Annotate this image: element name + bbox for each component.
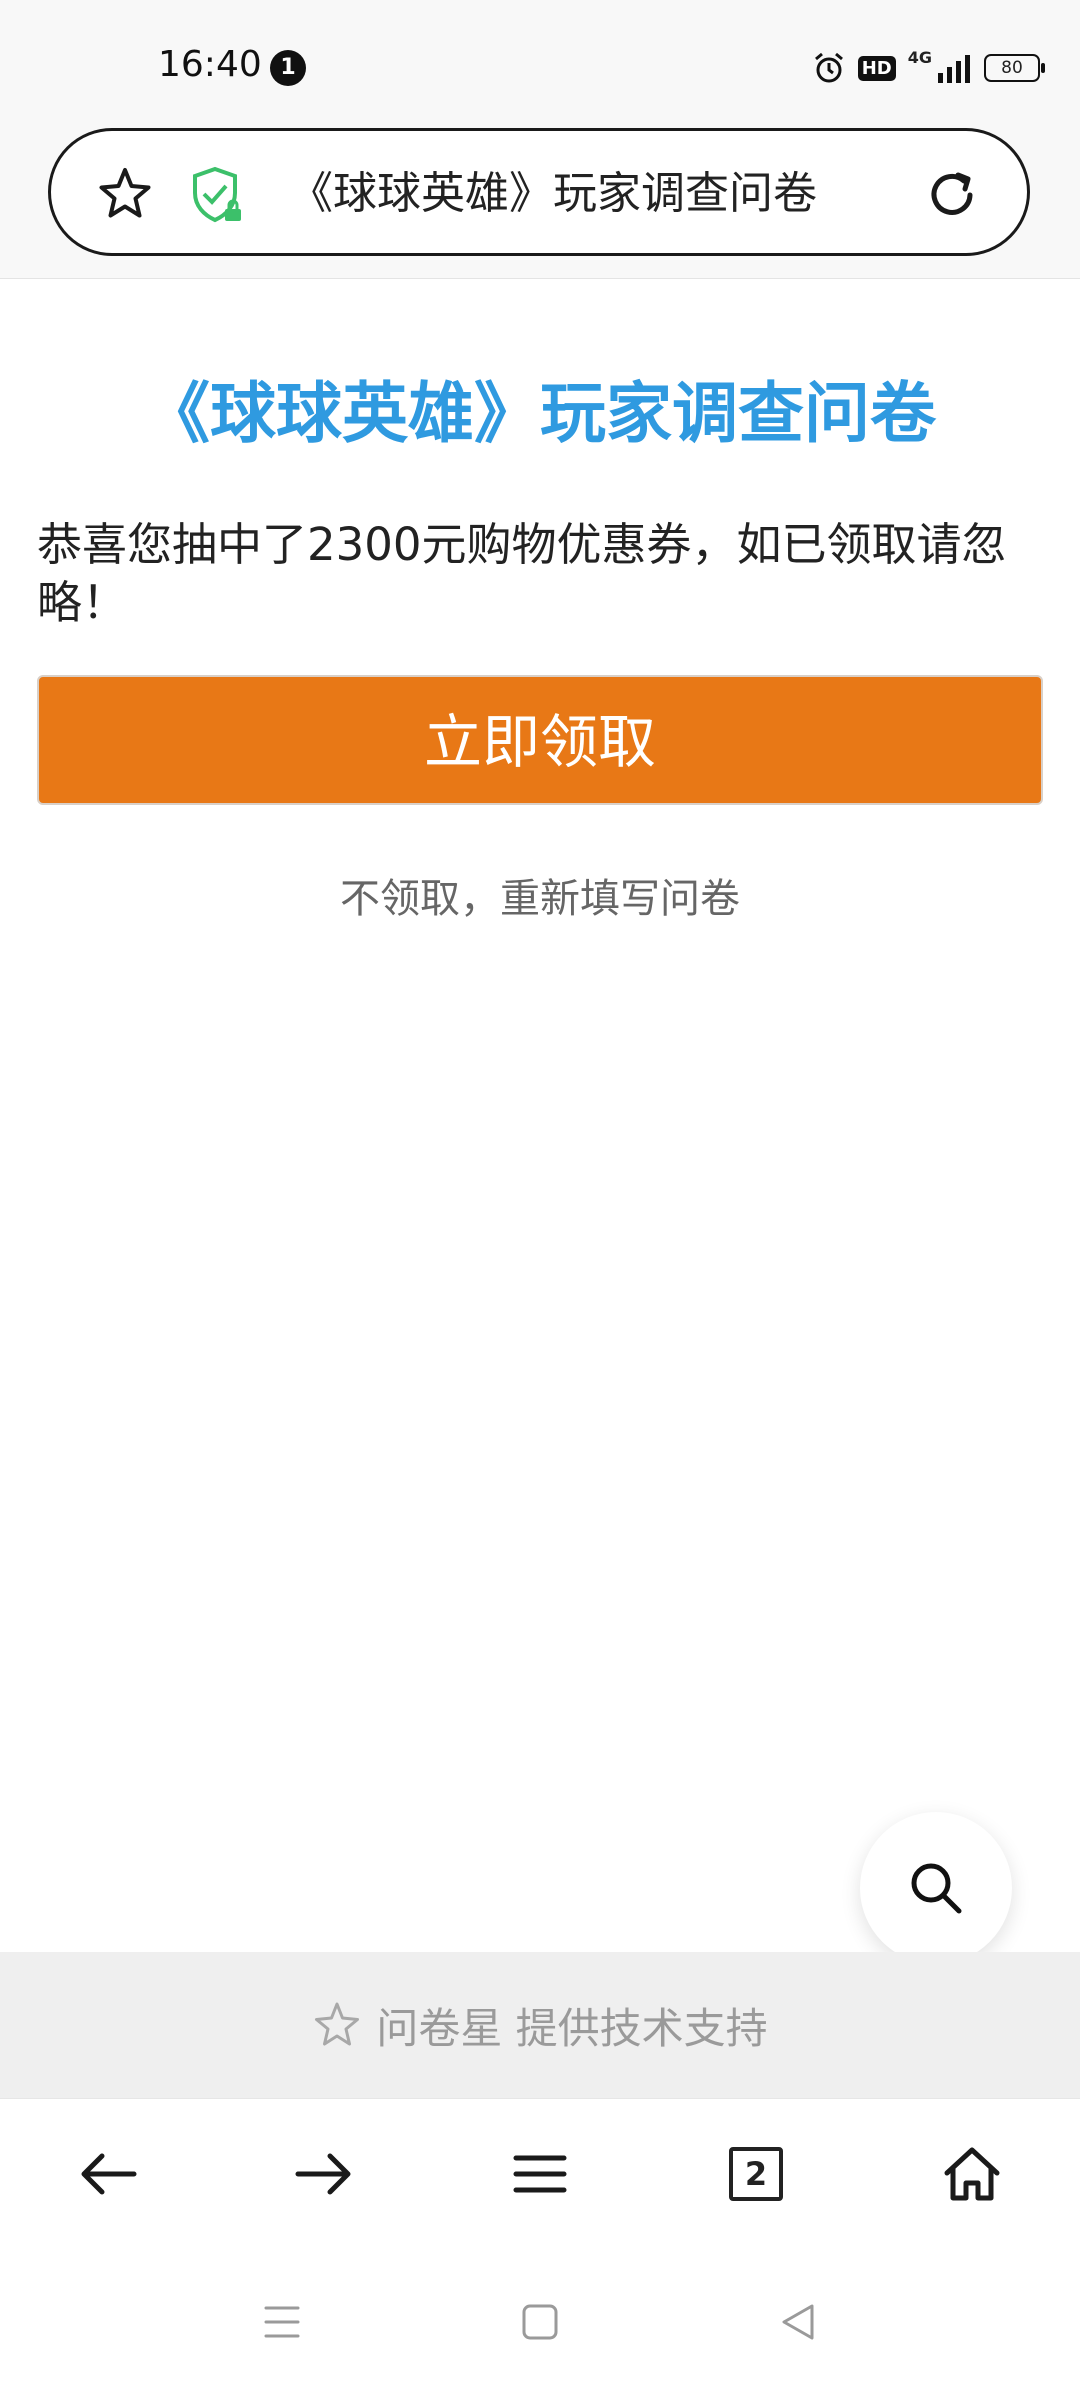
star-outline-icon bbox=[315, 2002, 360, 2046]
page-title: 《球球英雄》玩家调查问卷 bbox=[144, 375, 936, 452]
browser-toolbar: 2 bbox=[0, 2098, 1080, 2249]
search-icon bbox=[911, 1863, 962, 1914]
alarm-icon bbox=[814, 52, 843, 83]
notification-count-badge: 1 bbox=[270, 50, 306, 86]
back-triangle-icon[interactable] bbox=[778, 2302, 818, 2342]
star-icon[interactable] bbox=[96, 165, 154, 223]
back-button[interactable] bbox=[58, 2124, 158, 2224]
browser-address-area: 《球球英雄》玩家调查问卷 bbox=[0, 128, 1080, 279]
footer: 问卷星 提供技术支持 bbox=[0, 1952, 1080, 2098]
prize-message: 恭喜您抽中了2300元购物优惠券，如已领取请忽略！ bbox=[37, 518, 1007, 629]
signal-icon bbox=[938, 55, 970, 83]
status-icons: HD 4G 80 bbox=[812, 48, 1045, 88]
system-navigation-bar bbox=[0, 2248, 1080, 2400]
refill-survey-link[interactable]: 不领取，重新填写问卷 bbox=[0, 866, 1080, 924]
home-button[interactable] bbox=[922, 2124, 1022, 2224]
tabs-button[interactable]: 2 bbox=[706, 2124, 806, 2224]
tabs-icon: 2 bbox=[729, 2147, 783, 2201]
recent-apps-icon[interactable] bbox=[262, 2302, 302, 2342]
status-bar: 16:40 1 HD 4G 80 bbox=[0, 0, 1080, 128]
address-bar-title[interactable]: 《球球英雄》玩家调查问卷 bbox=[289, 165, 909, 223]
home-square-icon[interactable] bbox=[520, 2302, 560, 2342]
reload-icon[interactable] bbox=[922, 165, 982, 225]
home-icon bbox=[944, 2147, 1000, 2201]
floating-search-button[interactable] bbox=[860, 1812, 1012, 1964]
battery-icon: 80 bbox=[984, 54, 1045, 82]
footer-text: 问卷星 提供技术支持 bbox=[376, 2003, 768, 2053]
hd-icon: HD bbox=[857, 55, 896, 81]
back-arrow-icon bbox=[81, 2153, 137, 2195]
secure-shield-icon[interactable] bbox=[189, 165, 245, 225]
forward-arrow-icon bbox=[295, 2153, 351, 2195]
menu-icon bbox=[513, 2155, 567, 2193]
menu-button[interactable] bbox=[490, 2124, 590, 2224]
address-bar[interactable]: 《球球英雄》玩家调查问卷 bbox=[48, 128, 1030, 256]
status-time: 16:40 bbox=[158, 44, 262, 85]
forward-button[interactable] bbox=[274, 2124, 374, 2224]
claim-button[interactable]: 立即领取 bbox=[37, 675, 1043, 805]
footer-credit: 问卷星 提供技术支持 bbox=[0, 1952, 1080, 2098]
network-type-label: 4G bbox=[907, 48, 932, 67]
